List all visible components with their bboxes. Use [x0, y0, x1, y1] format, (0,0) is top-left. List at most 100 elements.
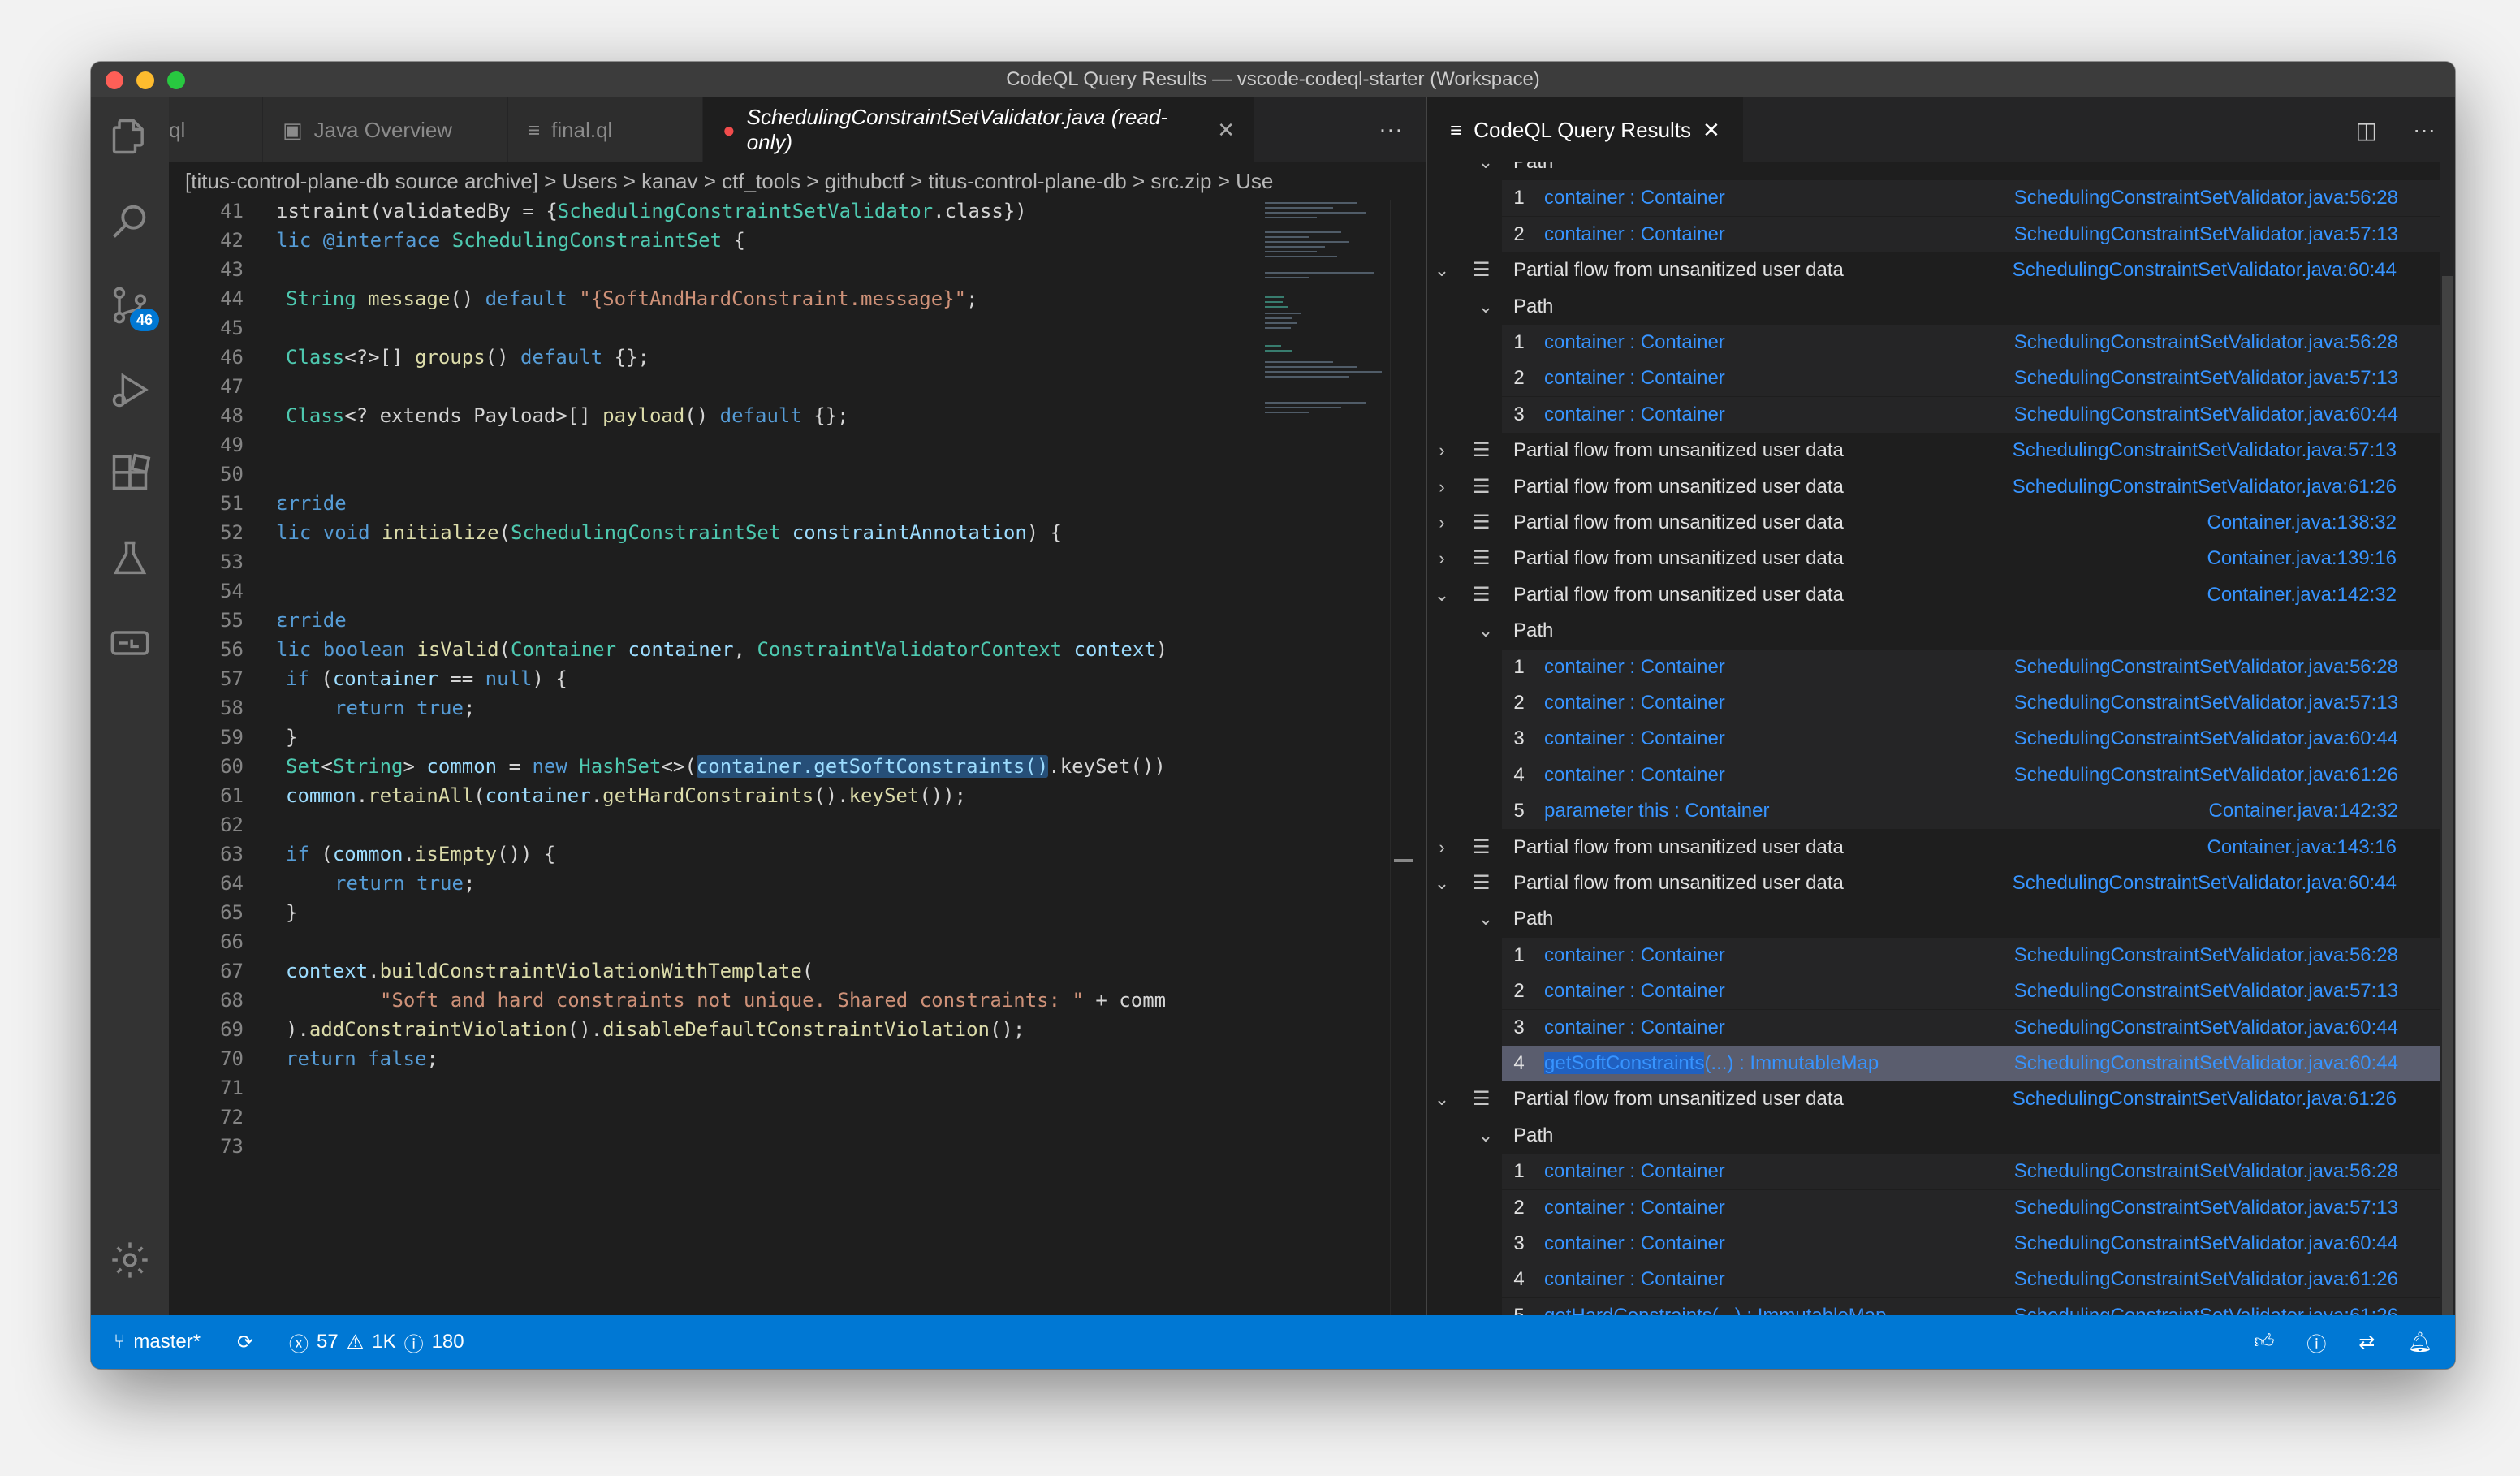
path-step-row[interactable]: 3 container : Container SchedulingConstrai… [1502, 1226, 2455, 1262]
location-link[interactable]: SchedulingConstraintSetValidator.java:60… [2014, 1226, 2398, 1262]
close-tab-icon[interactable]: ✕ [1217, 118, 1235, 143]
tab-final-ql[interactable]: ≡ final.ql [508, 97, 703, 162]
zoom-window-button[interactable] [167, 71, 185, 89]
step-link[interactable]: container : Container [1544, 360, 1725, 396]
flow-result-row[interactable]: › ☰ Partial flow from unsanitized user dat… [1427, 505, 2455, 541]
chevron-down-icon[interactable]: ⌄ [1478, 289, 1494, 325]
sync-icon[interactable]: ⟳ [237, 1315, 253, 1369]
location-link[interactable]: Container.java:143:16 [2207, 830, 2397, 865]
feedback-thumbs-icon[interactable]: 👍︎ [2254, 1331, 2274, 1353]
location-link[interactable]: SchedulingConstraintSetValidator.java:57… [2014, 1190, 2398, 1226]
settings-gear-icon[interactable] [91, 1221, 169, 1299]
location-link[interactable]: SchedulingConstraintSetValidator.java:61… [2013, 469, 2397, 505]
path-node[interactable]: ⌄ Path [1427, 162, 2455, 180]
step-link[interactable]: container : Container [1544, 721, 1725, 757]
path-step-row[interactable]: 2 container : Container SchedulingConstrai… [1502, 1189, 2455, 1226]
location-link[interactable]: SchedulingConstraintSetValidator.java:56… [2014, 650, 2398, 685]
step-link[interactable]: parameter this : Container [1544, 793, 1769, 829]
results-scrollbar[interactable] [2440, 162, 2455, 1315]
tab-scheduling-validator[interactable]: ● SchedulingConstraintSetValidator.java … [703, 97, 1255, 162]
chevron-right-icon[interactable]: › [1434, 505, 1450, 541]
step-link[interactable]: container : Container [1544, 1154, 1725, 1189]
search-icon[interactable] [91, 182, 169, 260]
flow-result-row[interactable]: › ☰ Partial flow from unsanitized user dat… [1427, 433, 2455, 468]
location-link[interactable]: Container.java:142:32 [2207, 577, 2397, 613]
chevron-down-icon[interactable]: ⌄ [1434, 577, 1450, 613]
explorer-icon[interactable] [91, 97, 169, 175]
path-step-row[interactable]: 2 container : Container SchedulingConstrai… [1502, 360, 2455, 397]
testing-flask-icon[interactable] [91, 520, 169, 598]
location-link[interactable]: SchedulingConstraintSetValidator.java:61… [2014, 1298, 2398, 1315]
close-window-button[interactable] [106, 71, 123, 89]
flow-result-row[interactable]: › ☰ Partial flow from unsanitized user dat… [1427, 541, 2455, 576]
step-link[interactable]: container : Container [1544, 650, 1725, 685]
step-link[interactable]: getHardConstraints(...) : ImmutableMap [1544, 1298, 1887, 1315]
chevron-right-icon[interactable]: › [1434, 433, 1450, 468]
path-step-row[interactable]: 5 parameter this : Container Container.jav… [1502, 793, 2455, 830]
path-step-row[interactable]: 1 container : Container SchedulingConstrai… [1502, 180, 2455, 217]
step-link[interactable]: getSoftConstraints(...) : ImmutableMap [1544, 1046, 1879, 1081]
flow-result-row[interactable]: ⌄ ☰ Partial flow from unsanitized user dat… [1427, 1081, 2455, 1117]
close-tab-icon[interactable]: ✕ [1702, 118, 1720, 143]
location-link[interactable]: SchedulingConstraintSetValidator.java:56… [2014, 938, 2398, 973]
minimize-window-button[interactable] [136, 71, 154, 89]
location-link[interactable]: SchedulingConstraintSetValidator.java:56… [2014, 325, 2398, 360]
path-step-row[interactable]: 4 container : Container SchedulingConstrai… [1502, 757, 2455, 793]
flow-result-row[interactable]: ⌄ ☰ Partial flow from unsanitized user dat… [1427, 865, 2455, 901]
chevron-down-icon[interactable]: ⌄ [1478, 162, 1494, 180]
tab-java-overview[interactable]: ▣ Java Overview [263, 97, 508, 162]
step-link[interactable]: container : Container [1544, 757, 1725, 793]
editor-scrollbar[interactable] [1390, 200, 1413, 1315]
location-link[interactable]: Container.java:138:32 [2207, 505, 2397, 541]
chevron-down-icon[interactable]: ⌄ [1434, 865, 1450, 901]
minimap[interactable] [1260, 200, 1390, 443]
step-link[interactable]: container : Container [1544, 1190, 1725, 1226]
path-step-row[interactable]: 2 container : Container SchedulingConstrai… [1502, 216, 2455, 252]
location-link[interactable]: SchedulingConstraintSetValidator.java:60… [2014, 721, 2398, 757]
flow-result-row[interactable]: ⌄ ☰ Partial flow from unsanitized user dat… [1427, 577, 2455, 613]
run-debug-icon[interactable] [91, 351, 169, 429]
path-step-row[interactable]: 1 container : Container SchedulingConstrai… [1502, 325, 2455, 360]
location-link[interactable]: SchedulingConstraintSetValidator.java:56… [2014, 180, 2398, 216]
tab-codeql-query-results[interactable]: ≡ CodeQL Query Results ✕ [1427, 97, 1743, 162]
location-link[interactable]: SchedulingConstraintSetValidator.java:57… [2014, 217, 2398, 252]
path-step-row[interactable]: 3 container : Container SchedulingConstrai… [1502, 1009, 2455, 1046]
step-link[interactable]: container : Container [1544, 217, 1725, 252]
path-node[interactable]: ⌄ Path [1427, 613, 2455, 649]
scrollbar-thumb[interactable] [2442, 276, 2453, 1315]
step-link[interactable]: container : Container [1544, 1226, 1725, 1262]
location-link[interactable]: SchedulingConstraintSetValidator.java:61… [2014, 757, 2398, 793]
location-link[interactable]: SchedulingConstraintSetValidator.java:57… [2014, 973, 2398, 1009]
chevron-right-icon[interactable]: › [1434, 830, 1450, 865]
more-actions-icon[interactable]: ··· [2413, 117, 2436, 143]
code-editor[interactable]: 41 42 43 44 45 46 47 48 49 50 51 52 53 54 55 56 57 58 59 60… [169, 200, 1426, 1315]
location-link[interactable]: SchedulingConstraintSetValidator.java:60… [2013, 252, 2397, 288]
path-step-row[interactable]: 5 getHardConstraints(...) : ImmutableMap S… [1502, 1297, 2455, 1315]
location-link[interactable]: SchedulingConstraintSetValidator.java:60… [2014, 397, 2398, 433]
tab-ql[interactable]: ql [169, 97, 263, 162]
chevron-right-icon[interactable]: › [1434, 469, 1450, 505]
path-step-row[interactable]: 4 getSoftConstraints(...) : ImmutableMap S… [1502, 1046, 2455, 1081]
info-circle-icon[interactable]: ⓘ [2306, 1328, 2326, 1357]
location-link[interactable]: SchedulingConstraintSetValidator.java:61… [2014, 1262, 2398, 1297]
source-control-icon[interactable]: 46 [91, 266, 169, 344]
path-node[interactable]: ⌄ Path [1427, 289, 2455, 325]
location-link[interactable]: SchedulingConstraintSetValidator.java:60… [2014, 1046, 2398, 1081]
step-link[interactable]: container : Container [1544, 1010, 1725, 1046]
step-link[interactable]: container : Container [1544, 325, 1725, 360]
step-link[interactable]: container : Container [1544, 973, 1725, 1009]
chevron-down-icon[interactable]: ⌄ [1434, 1081, 1450, 1117]
flow-result-row[interactable]: › ☰ Partial flow from unsanitized user dat… [1427, 830, 2455, 865]
location-link[interactable]: SchedulingConstraintSetValidator.java:57… [2014, 360, 2398, 396]
path-step-row[interactable]: 2 container : Container SchedulingConstrai… [1502, 685, 2455, 721]
location-link[interactable]: Container.java:142:32 [2208, 793, 2398, 829]
location-link[interactable]: Container.java:139:16 [2207, 541, 2397, 576]
location-link[interactable]: SchedulingConstraintSetValidator.java:60… [2013, 865, 2397, 901]
results-tree[interactable]: ⌄ Path 1 container : Container SchedulingCon… [1427, 162, 2455, 1315]
codeql-icon[interactable] [91, 604, 169, 682]
chevron-down-icon[interactable]: ⌄ [1434, 252, 1450, 288]
path-step-row[interactable]: 2 container : Container SchedulingConstrai… [1502, 973, 2455, 1010]
path-node[interactable]: ⌄ Path [1427, 901, 2455, 937]
branch-indicator[interactable]: ⑂ master* [114, 1315, 201, 1369]
path-step-row[interactable]: 3 container : Container SchedulingConstrai… [1502, 396, 2455, 433]
